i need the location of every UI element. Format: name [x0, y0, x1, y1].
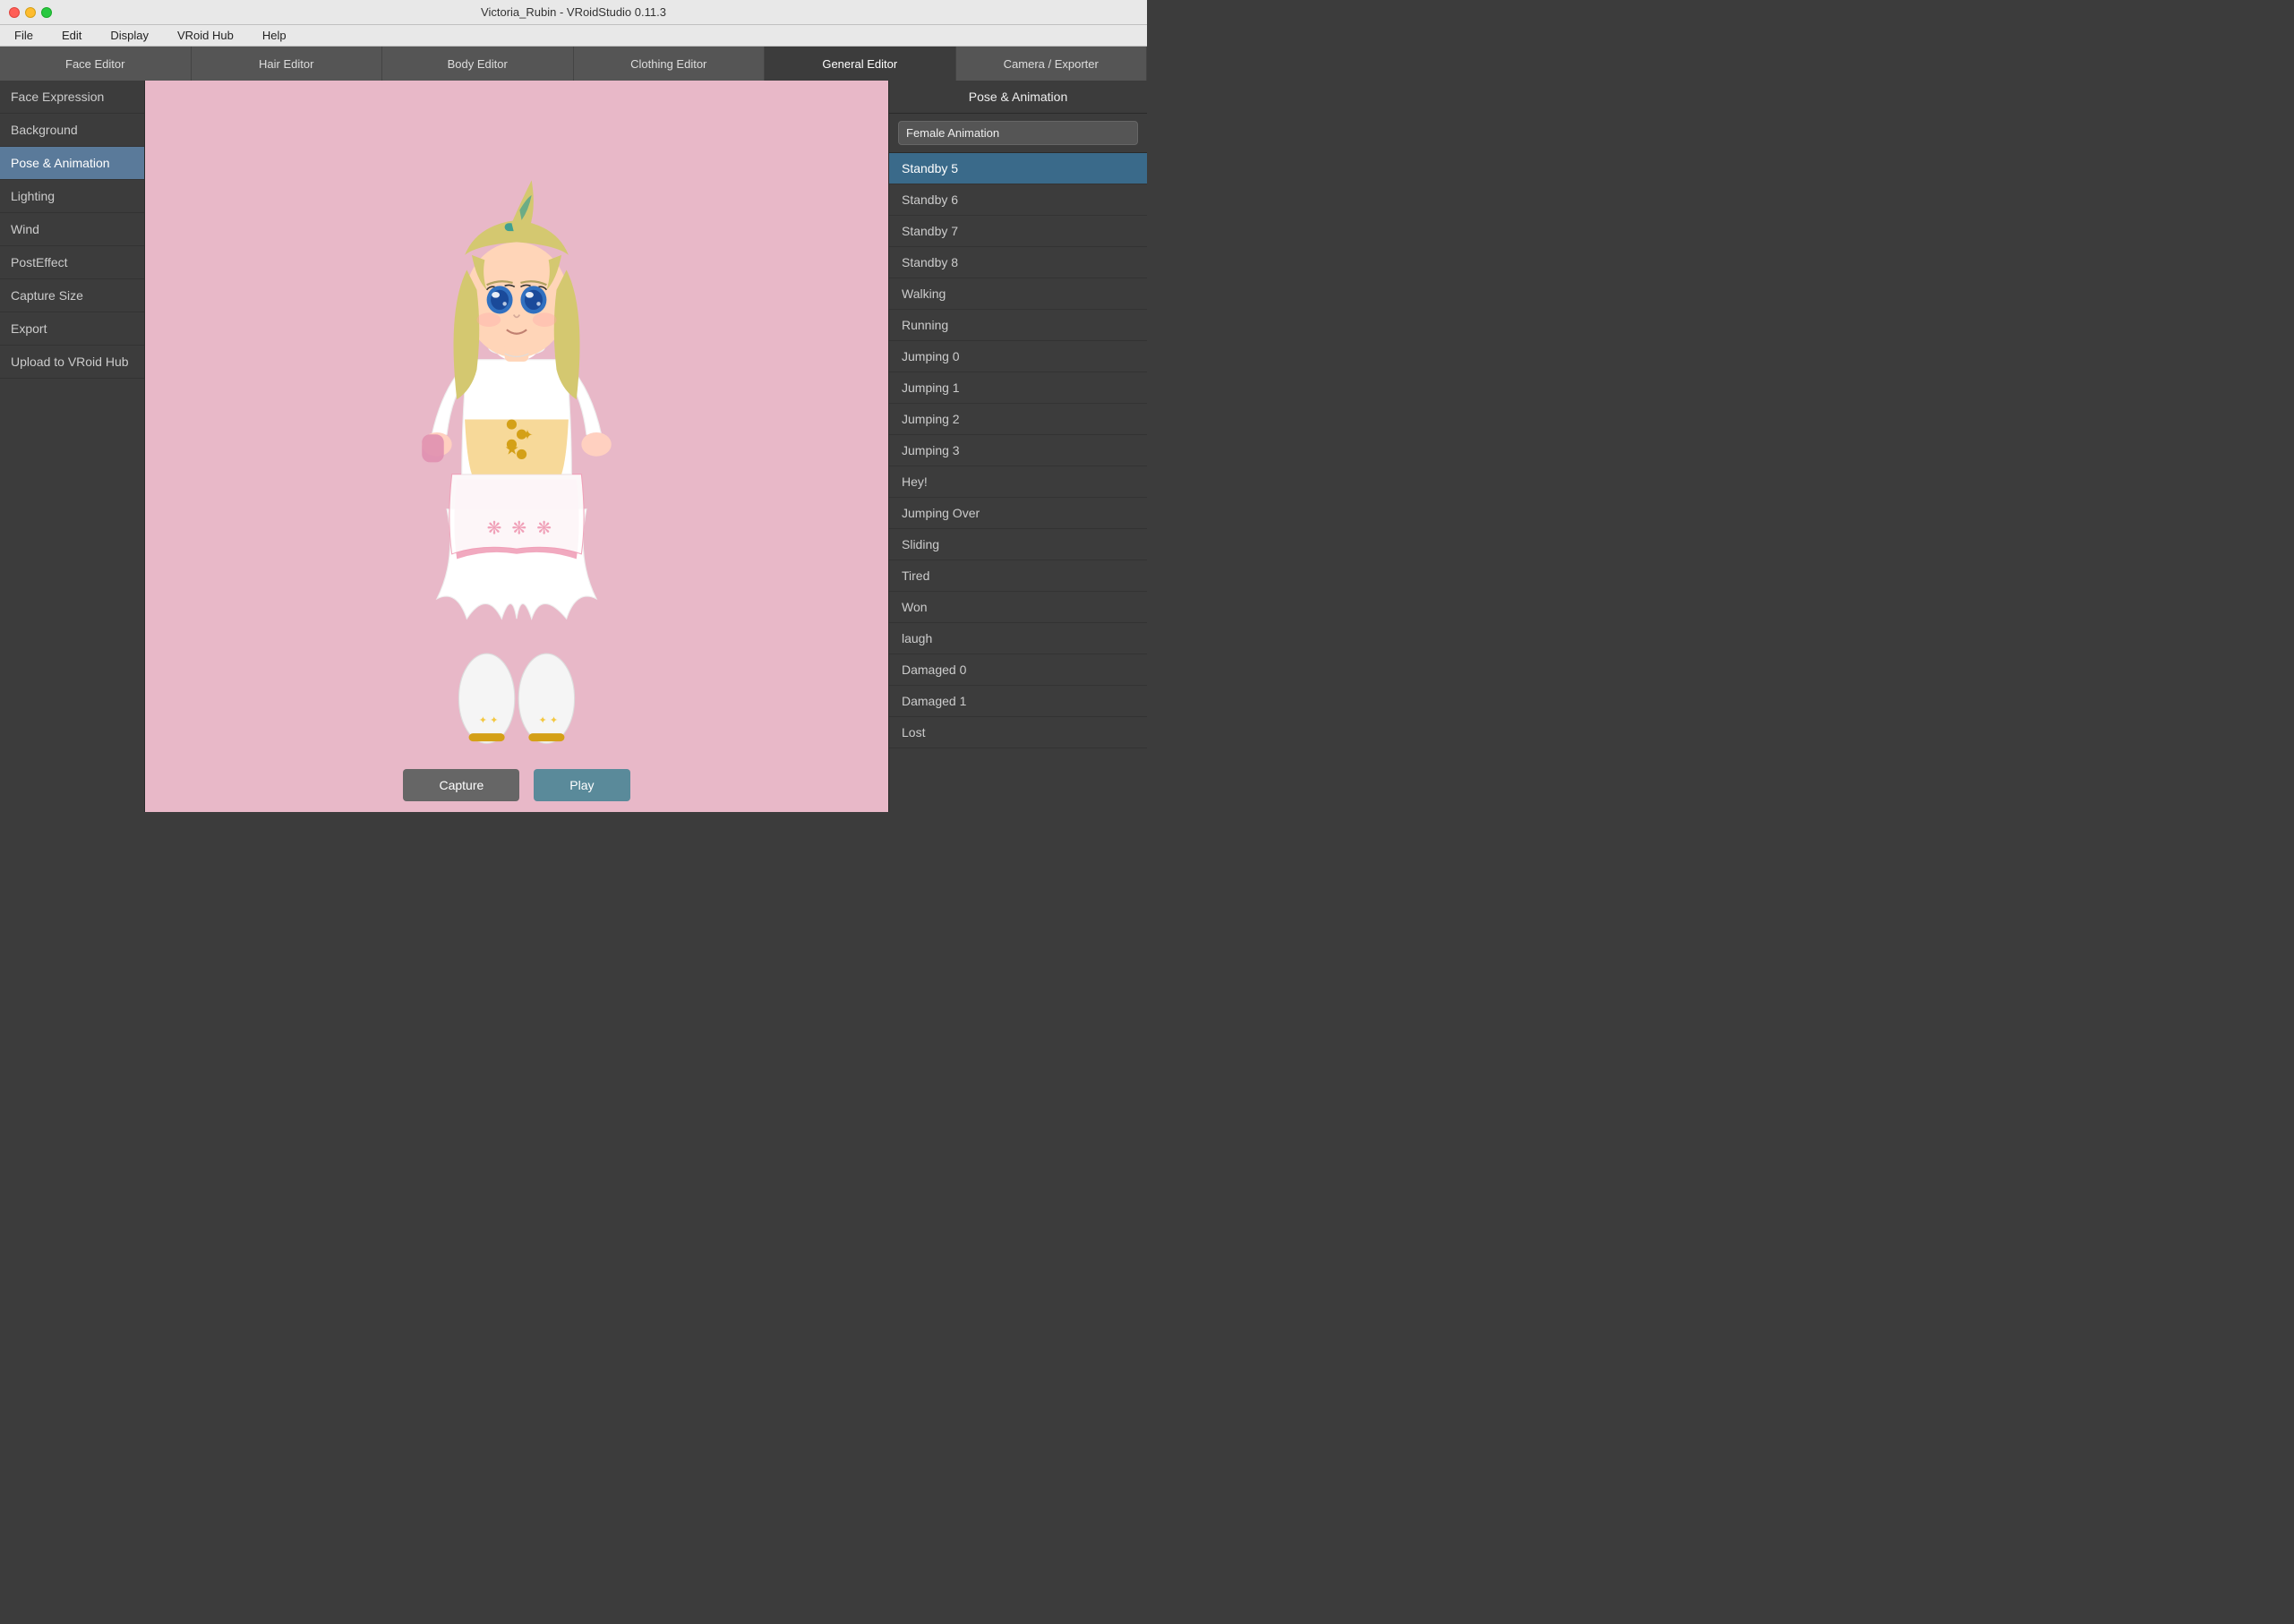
minimize-button[interactable]: [25, 7, 36, 18]
anim-item-jumping2[interactable]: Jumping 2: [889, 404, 1147, 435]
svg-text:✦ ✦: ✦ ✦: [479, 715, 499, 726]
menu-help[interactable]: Help: [257, 27, 292, 44]
animation-type-dropdown-row: Female Animation Male Animation: [889, 114, 1147, 153]
tab-body-editor[interactable]: Body Editor: [382, 47, 574, 81]
tabbar: Face Editor Hair Editor Body Editor Clot…: [0, 47, 1147, 81]
anim-item-standby6[interactable]: Standby 6: [889, 184, 1147, 216]
tab-face-editor[interactable]: Face Editor: [0, 47, 192, 81]
play-button[interactable]: Play: [534, 769, 629, 801]
tab-general-editor[interactable]: General Editor: [765, 47, 956, 81]
anim-item-standby7[interactable]: Standby 7: [889, 216, 1147, 247]
menu-display[interactable]: Display: [105, 27, 154, 44]
sidebar-item-pose-animation[interactable]: Pose & Animation: [0, 147, 144, 180]
sidebar-item-background[interactable]: Background: [0, 114, 144, 147]
anim-item-jumping3[interactable]: Jumping 3: [889, 435, 1147, 466]
tab-hair-editor[interactable]: Hair Editor: [192, 47, 383, 81]
anim-item-hey[interactable]: Hey!: [889, 466, 1147, 498]
menu-file[interactable]: File: [9, 27, 39, 44]
character-illustration: ✦ ✦ ✦ ✦ ❋ ❋ ❋ ★ ✦: [145, 81, 888, 758]
panel-header: Pose & Animation: [889, 81, 1147, 114]
animation-type-select[interactable]: Female Animation Male Animation: [898, 121, 1138, 145]
anim-item-jumping0[interactable]: Jumping 0: [889, 341, 1147, 372]
traffic-lights: [9, 7, 52, 18]
svg-text:❋: ❋: [511, 519, 526, 539]
animation-list: Standby 5 Standby 6 Standby 7 Standby 8 …: [889, 153, 1147, 812]
anim-item-sliding[interactable]: Sliding: [889, 529, 1147, 560]
sidebar-item-upload-vroid-hub[interactable]: Upload to VRoid Hub: [0, 346, 144, 379]
menu-edit[interactable]: Edit: [56, 27, 87, 44]
window-title: Victoria_Rubin - VRoidStudio 0.11.3: [481, 5, 666, 19]
titlebar: Victoria_Rubin - VRoidStudio 0.11.3: [0, 0, 1147, 25]
character-viewport[interactable]: ✦ ✦ ✦ ✦ ❋ ❋ ❋ ★ ✦: [145, 81, 888, 758]
maximize-button[interactable]: [41, 7, 52, 18]
svg-text:✦ ✦: ✦ ✦: [538, 715, 558, 726]
anim-item-jumping-over[interactable]: Jumping Over: [889, 498, 1147, 529]
tab-clothing-editor[interactable]: Clothing Editor: [574, 47, 766, 81]
svg-text:❋: ❋: [536, 519, 552, 539]
tab-camera-exporter[interactable]: Camera / Exporter: [956, 47, 1148, 81]
sidebar: Face Expression Background Pose & Animat…: [0, 81, 145, 812]
right-panel: Pose & Animation Female Animation Male A…: [888, 81, 1147, 812]
anim-item-won[interactable]: Won: [889, 592, 1147, 623]
canvas-area: ✦ ✦ ✦ ✦ ❋ ❋ ❋ ★ ✦: [145, 81, 888, 812]
svg-text:❋: ❋: [487, 519, 502, 539]
menu-vroid-hub[interactable]: VRoid Hub: [172, 27, 239, 44]
canvas-buttons: Capture Play: [145, 758, 888, 812]
anim-item-damaged1[interactable]: Damaged 1: [889, 686, 1147, 717]
anim-item-standby8[interactable]: Standby 8: [889, 247, 1147, 278]
sidebar-item-wind[interactable]: Wind: [0, 213, 144, 246]
anim-item-laugh[interactable]: laugh: [889, 623, 1147, 654]
sidebar-item-export[interactable]: Export: [0, 312, 144, 346]
sidebar-item-lighting[interactable]: Lighting: [0, 180, 144, 213]
close-button[interactable]: [9, 7, 20, 18]
anim-item-walking[interactable]: Walking: [889, 278, 1147, 310]
anim-item-tired[interactable]: Tired: [889, 560, 1147, 592]
anim-item-running[interactable]: Running: [889, 310, 1147, 341]
capture-button[interactable]: Capture: [403, 769, 519, 801]
anim-item-lost[interactable]: Lost: [889, 717, 1147, 748]
anim-item-damaged0[interactable]: Damaged 0: [889, 654, 1147, 686]
menubar: File Edit Display VRoid Hub Help: [0, 25, 1147, 47]
sidebar-item-post-effect[interactable]: PostEffect: [0, 246, 144, 279]
anim-item-standby5[interactable]: Standby 5: [889, 153, 1147, 184]
anim-item-jumping1[interactable]: Jumping 1: [889, 372, 1147, 404]
sidebar-item-capture-size[interactable]: Capture Size: [0, 279, 144, 312]
main-layout: Face Expression Background Pose & Animat…: [0, 81, 1147, 812]
sidebar-item-face-expression[interactable]: Face Expression: [0, 81, 144, 114]
